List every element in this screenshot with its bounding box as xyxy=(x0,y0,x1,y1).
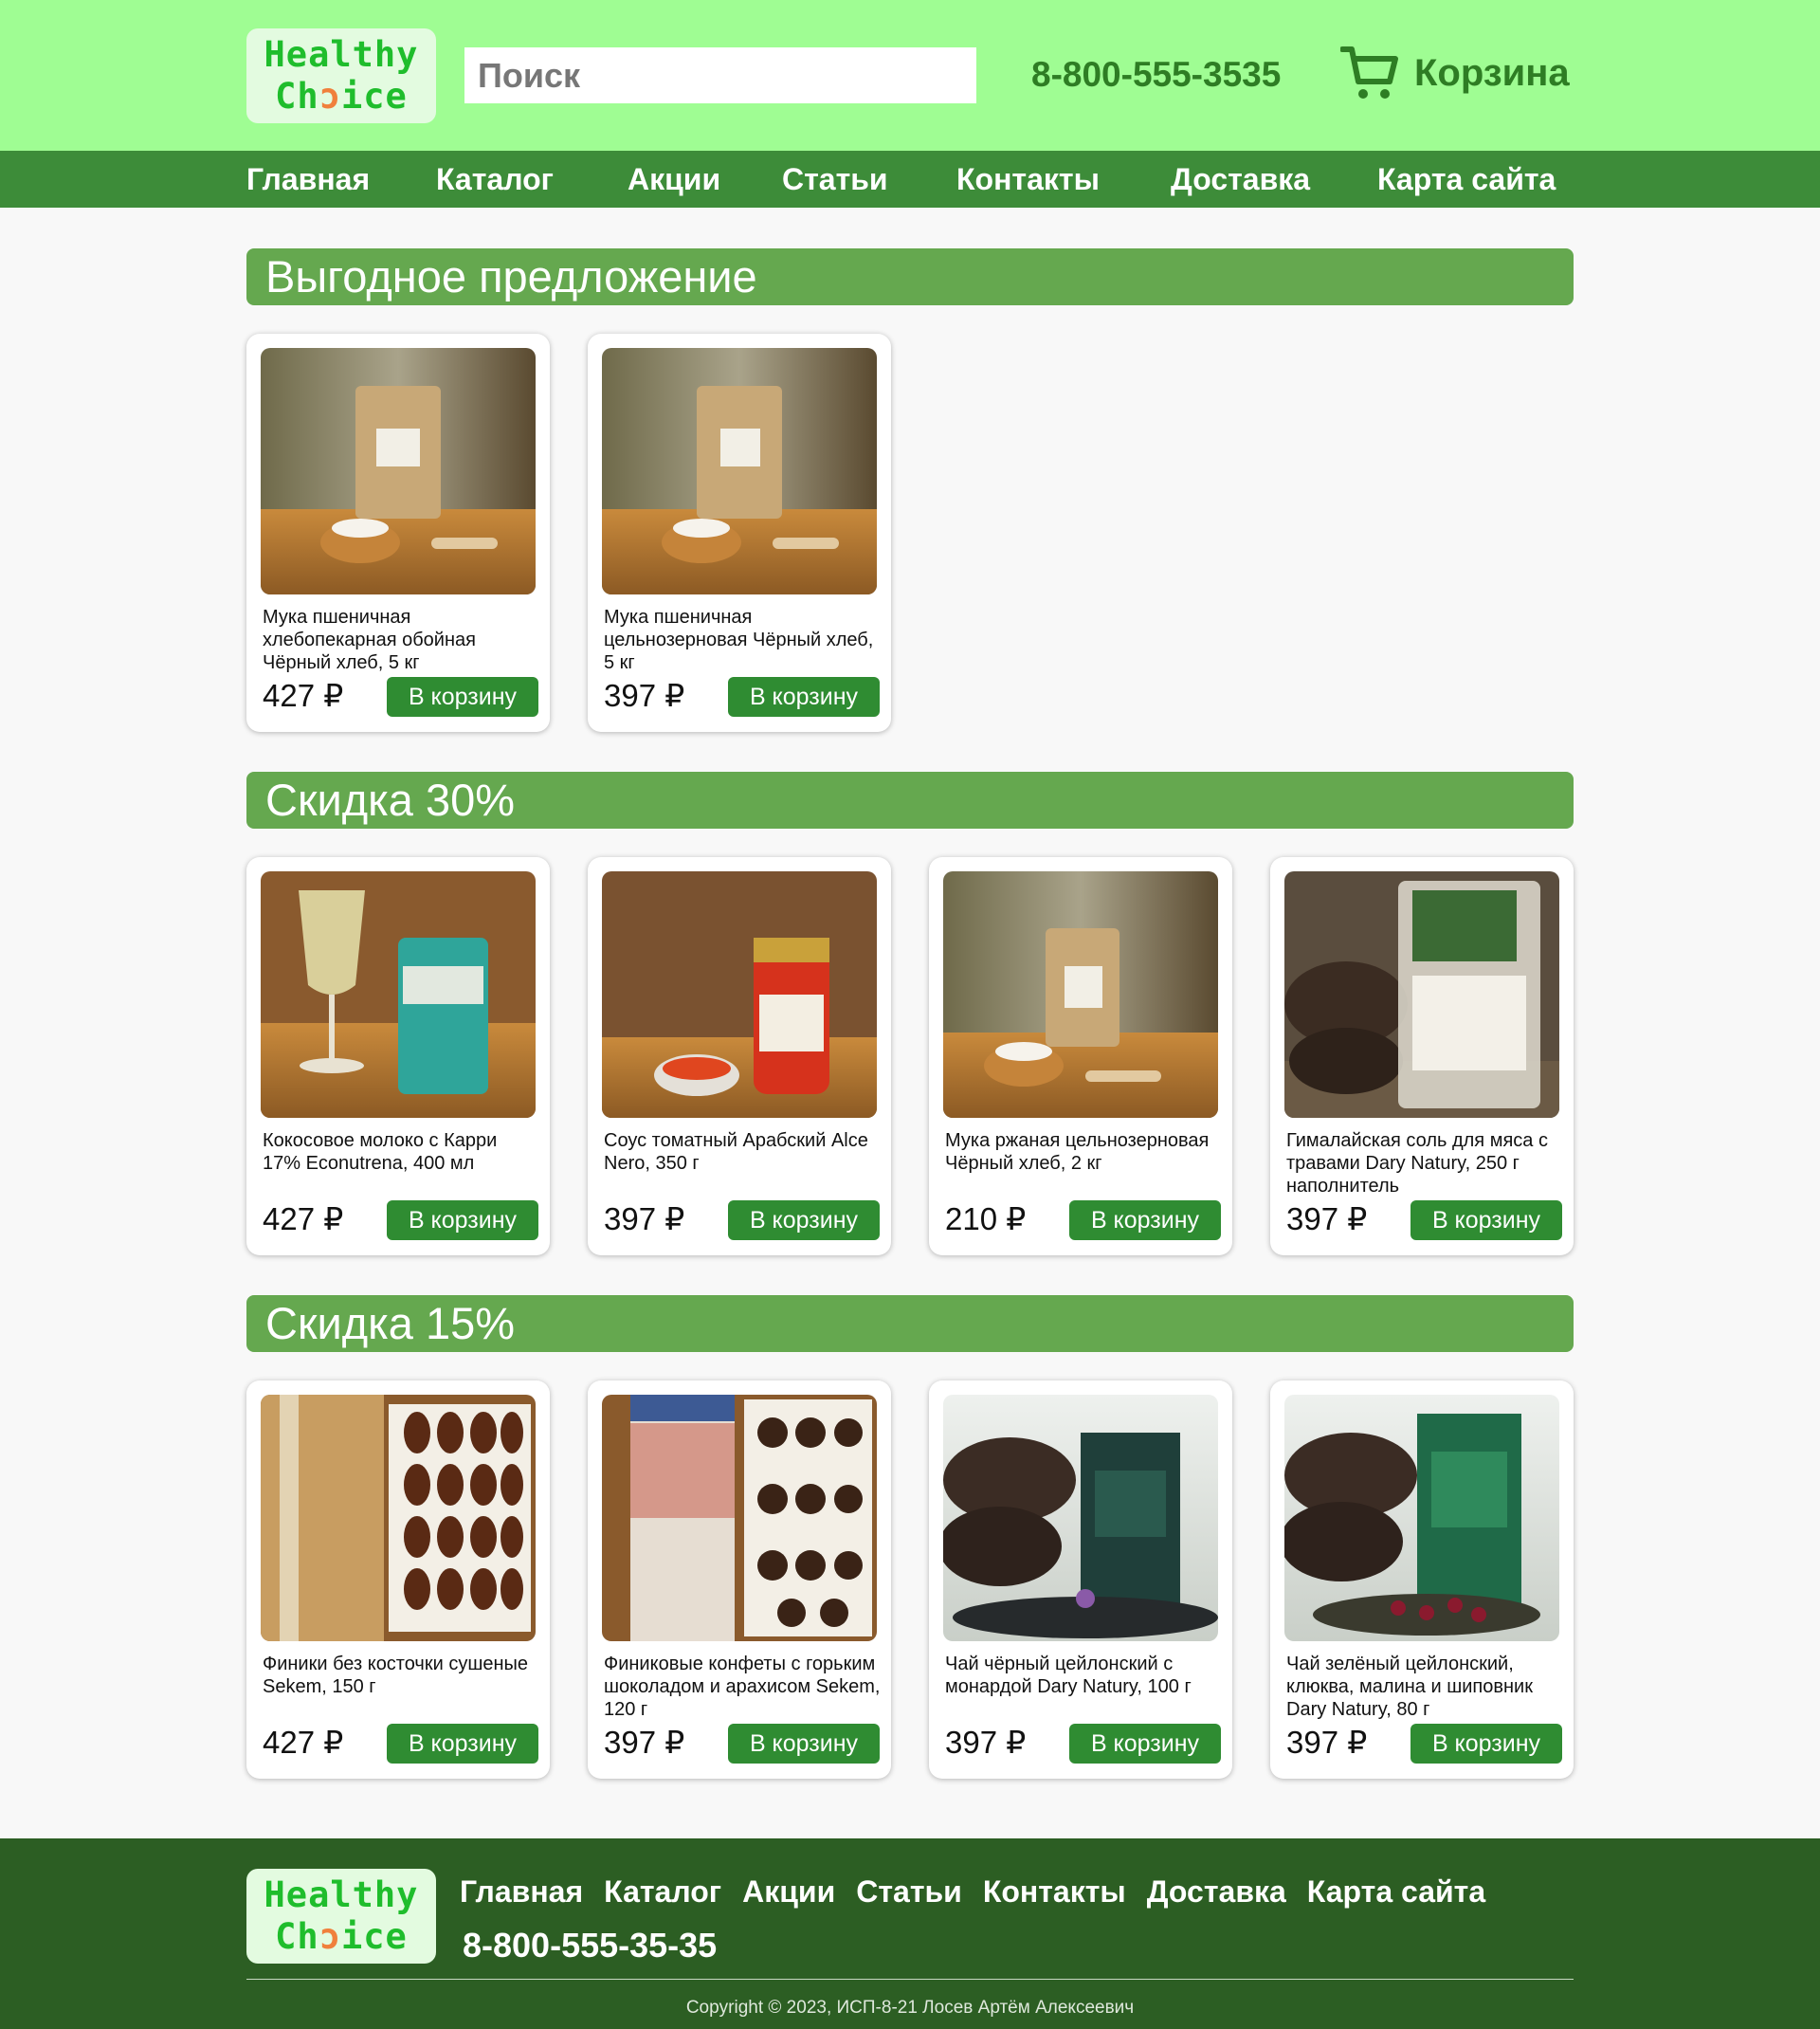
add-to-cart-button[interactable]: В корзину xyxy=(387,1724,538,1764)
nav-item-delivery[interactable]: Доставка xyxy=(1171,162,1310,197)
flour-bag-photo[interactable] xyxy=(943,871,1218,1118)
product-card: Гималайская соль для мяса с травами Dary… xyxy=(1270,857,1574,1255)
product-price: 427 ₽ xyxy=(263,1201,344,1236)
salt-pack-photo[interactable] xyxy=(1284,871,1559,1118)
main-nav: Главная Каталог Акции Статьи Контакты До… xyxy=(0,151,1820,208)
product-price: 397 ₽ xyxy=(1286,1201,1368,1236)
flour-bag-photo[interactable] xyxy=(261,348,536,594)
product-price: 397 ₽ xyxy=(604,678,685,713)
product-name: Мука ржаная цельнозерновая Чёрный хлеб, … xyxy=(945,1130,1210,1174)
product-card: Мука пшеничная хлебопекарная обойная Чёр… xyxy=(246,334,550,732)
black-tea-photo[interactable] xyxy=(943,1395,1218,1641)
nav-item-articles[interactable]: Статьи xyxy=(782,162,888,197)
nav-item-sitemap[interactable]: Карта сайта xyxy=(1377,162,1556,197)
footer-divider xyxy=(246,1979,1574,1980)
footer: Healthy Chɔice Главная Каталог Акции Ста… xyxy=(0,1838,1820,2029)
footer-phone[interactable]: 8-800-555-35-35 xyxy=(463,1926,717,1965)
section-title-discount-15: Скидка 15% xyxy=(246,1295,1574,1352)
add-to-cart-button[interactable]: В корзину xyxy=(1410,1724,1562,1764)
header-bar: Healthy Chɔice 8-800-555-3535 Корзина xyxy=(0,0,1820,151)
cart-icon xyxy=(1340,46,1398,99)
green-tea-photo[interactable] xyxy=(1284,1395,1559,1641)
product-card: Мука пшеничная цельнозерновая Чёрный хле… xyxy=(588,334,891,732)
product-price: 210 ₽ xyxy=(945,1201,1027,1236)
add-to-cart-button[interactable]: В корзину xyxy=(1069,1724,1221,1764)
footer-nav-home[interactable]: Главная xyxy=(460,1874,583,1910)
product-name: Финиковые конфеты с горьким шоколадом и … xyxy=(604,1654,881,1720)
product-name: Чай чёрный цейлонский с монардой Dary Na… xyxy=(945,1654,1192,1697)
product-name: Кокосовое молоко с Карри 17% Econutrena,… xyxy=(263,1130,498,1174)
section-title-discount-30: Скидка 30% xyxy=(246,772,1574,829)
product-price: 427 ₽ xyxy=(263,1725,344,1760)
nav-item-promos[interactable]: Акции xyxy=(628,162,720,197)
footer-nav-delivery[interactable]: Доставка xyxy=(1147,1874,1286,1910)
section-title-best-offer: Выгодное предложение xyxy=(246,248,1574,305)
flour-bag-photo[interactable] xyxy=(602,348,877,594)
product-name: Гималайская соль для мяса с травами Dary… xyxy=(1286,1130,1548,1197)
footer-logo[interactable]: Healthy Chɔice xyxy=(246,1869,436,1964)
cart-button[interactable]: Корзина xyxy=(1340,44,1570,102)
logo-line-2: Chɔice xyxy=(275,1916,408,1958)
logo-line-1: Healthy xyxy=(264,34,419,75)
product-card: Мука ржаная цельнозерновая Чёрный хлеб, … xyxy=(929,857,1232,1255)
tomato-sauce-photo[interactable] xyxy=(602,871,877,1118)
add-to-cart-button[interactable]: В корзину xyxy=(728,1724,880,1764)
footer-nav: Главная Каталог Акции Статьи Контакты До… xyxy=(460,1874,1485,1910)
logo-text-ice: ice xyxy=(341,76,408,117)
product-price: 397 ₽ xyxy=(1286,1725,1368,1760)
logo-line-1: Healthy xyxy=(264,1874,419,1915)
logo-text-ice: ice xyxy=(341,1916,408,1957)
add-to-cart-button[interactable]: В корзину xyxy=(728,1200,880,1240)
dates-box-photo[interactable] xyxy=(261,1395,536,1641)
search-input[interactable] xyxy=(464,47,976,103)
footer-nav-promos[interactable]: Акции xyxy=(742,1874,835,1910)
product-price: 397 ₽ xyxy=(604,1725,685,1760)
add-to-cart-button[interactable]: В корзину xyxy=(1069,1200,1221,1240)
header-phone[interactable]: 8-800-555-3535 xyxy=(1031,55,1281,95)
footer-nav-sitemap[interactable]: Карта сайта xyxy=(1307,1874,1485,1910)
date-bites-photo[interactable] xyxy=(602,1395,877,1641)
footer-nav-catalog[interactable]: Каталог xyxy=(604,1874,721,1910)
product-card: Финики без косточки сушеные Sekem, 150 г… xyxy=(246,1380,550,1779)
product-card: Финиковые конфеты с горьким шоколадом и … xyxy=(588,1380,891,1779)
carrot-o-icon: ɔ xyxy=(318,1916,341,1957)
add-to-cart-button[interactable]: В корзину xyxy=(1410,1200,1562,1240)
logo-text-ch: Ch xyxy=(275,76,319,117)
logo-line-2: Chɔice xyxy=(275,76,408,118)
product-name: Мука пшеничная цельнозерновая Чёрный хле… xyxy=(604,607,874,673)
product-name: Финики без косточки сушеные Sekem, 150 г xyxy=(263,1654,529,1697)
copyright: Copyright © 2023, ИСП-8-21 Лосев Артём А… xyxy=(685,1998,1135,2018)
product-name: Мука пшеничная хлебопекарная обойная Чёр… xyxy=(263,607,476,673)
nav-item-catalog[interactable]: Каталог xyxy=(436,162,554,197)
product-price: 427 ₽ xyxy=(263,678,344,713)
nav-item-contacts[interactable]: Контакты xyxy=(956,162,1100,197)
logo-text-ch: Ch xyxy=(275,1916,319,1957)
logo[interactable]: Healthy Chɔice xyxy=(246,28,436,123)
cart-label: Корзина xyxy=(1414,51,1570,94)
footer-nav-contacts[interactable]: Контакты xyxy=(983,1874,1126,1910)
coconut-milk-photo[interactable] xyxy=(261,871,536,1118)
carrot-o-icon: ɔ xyxy=(318,76,341,117)
add-to-cart-button[interactable]: В корзину xyxy=(387,1200,538,1240)
product-name: Соус томатный Арабский Alce Nero, 350 г xyxy=(604,1130,868,1174)
add-to-cart-button[interactable]: В корзину xyxy=(387,677,538,717)
product-price: 397 ₽ xyxy=(604,1201,685,1236)
product-card: Соус томатный Арабский Alce Nero, 350 г … xyxy=(588,857,891,1255)
product-card: Чай зелёный цейлонский, клюква, малина и… xyxy=(1270,1380,1574,1779)
product-card: Кокосовое молоко с Карри 17% Econutrena,… xyxy=(246,857,550,1255)
product-card: Чай чёрный цейлонский с монардой Dary Na… xyxy=(929,1380,1232,1779)
footer-nav-articles[interactable]: Статьи xyxy=(856,1874,962,1910)
nav-item-home[interactable]: Главная xyxy=(246,162,370,197)
product-name: Чай зелёный цейлонский, клюква, малина и… xyxy=(1286,1654,1533,1720)
add-to-cart-button[interactable]: В корзину xyxy=(728,677,880,717)
product-price: 397 ₽ xyxy=(945,1725,1027,1760)
